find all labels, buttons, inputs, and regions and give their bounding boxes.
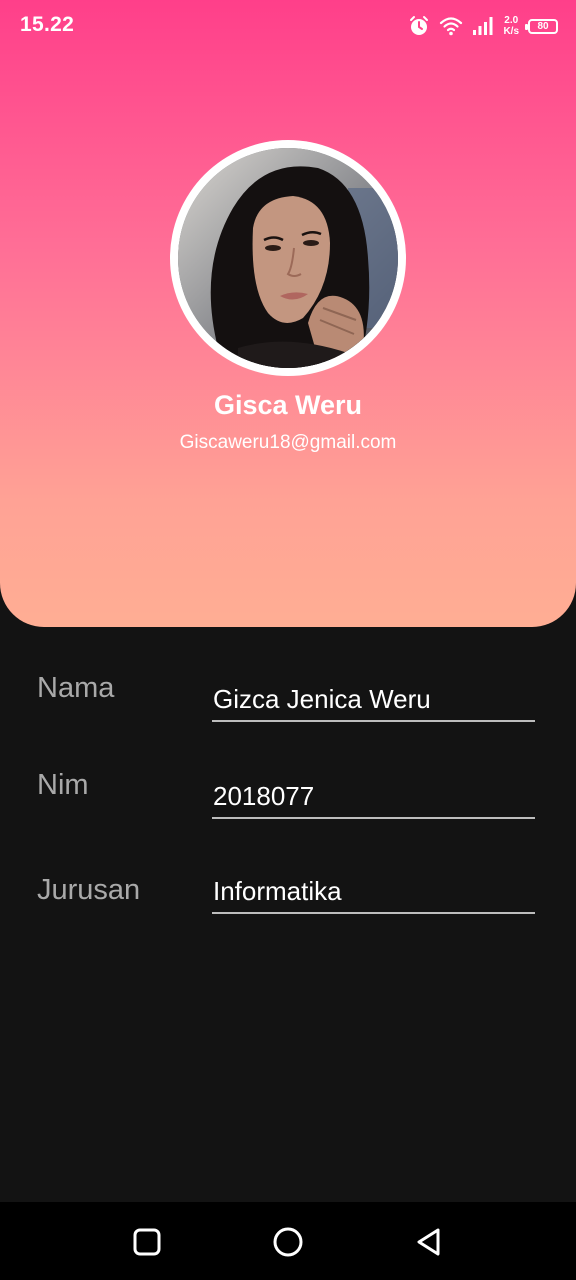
network-speed: 2.0 K/s (503, 15, 519, 37)
status-time: 15.22 (20, 13, 75, 36)
alarm-icon (408, 15, 430, 37)
signal-icon (472, 16, 494, 36)
wifi-icon (439, 15, 463, 37)
status-bar: 15.22 2.0 K/s 80 (0, 0, 576, 52)
network-speed-value: 2.0 (504, 15, 519, 26)
home-circle-icon[interactable] (270, 1224, 306, 1260)
navigation-bar (0, 1202, 576, 1280)
profile-header: 15.22 2.0 K/s 80 Gisca Weru Giscaweru18@… (0, 0, 576, 627)
profile-name: Gisca Weru (213, 390, 363, 420)
nama-field[interactable]: Gizca Jenica Weru (212, 684, 535, 722)
profile-photo (178, 148, 398, 368)
recents-square-icon[interactable] (129, 1224, 165, 1260)
network-speed-unit: K/s (503, 26, 519, 37)
jurusan-field[interactable]: Informatika (212, 876, 535, 914)
profile-email: Giscaweru18@gmail.com (179, 432, 397, 453)
avatar[interactable] (170, 140, 406, 376)
label-nama: Nama (37, 672, 115, 704)
back-triangle-icon[interactable] (411, 1224, 447, 1260)
battery-icon: 80 (525, 18, 558, 34)
battery-level: 80 (537, 20, 549, 32)
profile-screen: 15.22 2.0 K/s 80 Gisca Weru Giscaweru18@… (0, 0, 576, 1280)
label-nim: Nim (37, 769, 89, 801)
label-jurusan: Jurusan (37, 874, 141, 906)
status-icons: 2.0 K/s 80 (408, 10, 558, 42)
nim-field[interactable]: 2018077 (212, 781, 535, 819)
